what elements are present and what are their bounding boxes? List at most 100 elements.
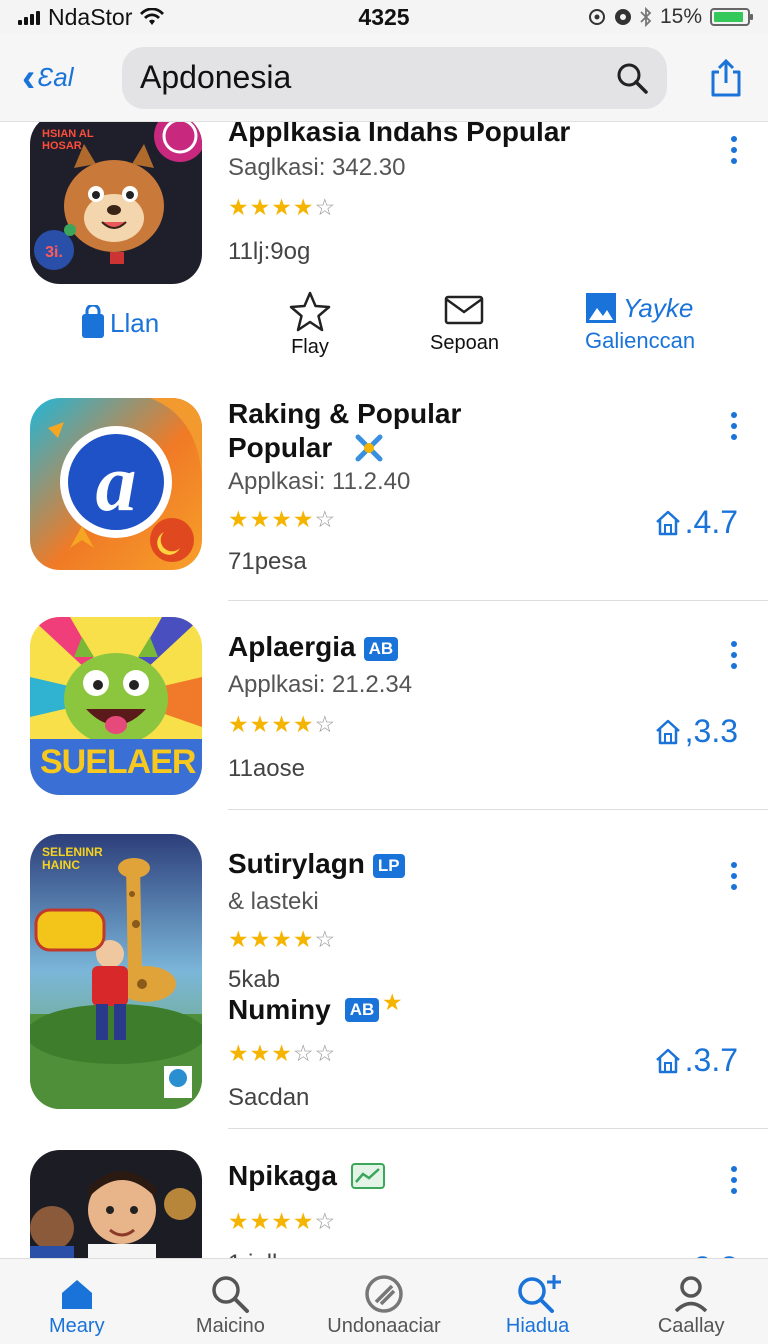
app-icon[interactable]: SELENINR HAINC xyxy=(30,834,202,1109)
envelope-icon xyxy=(445,295,484,325)
app-subtitle: Applkasi: 11.2.40 xyxy=(228,468,411,495)
more-options-icon[interactable] xyxy=(728,412,740,440)
app-size: 71pesa xyxy=(228,548,307,575)
star-rating: ★★★★☆ xyxy=(228,506,336,533)
app-name-text: Numiny xyxy=(228,994,331,1025)
icon-art-text: SELENINR HAINC xyxy=(42,845,103,872)
star-filled-icon: ★ xyxy=(292,926,315,952)
list-item[interactable]: SUELAER Aplaergia AB Applkasi: 21.2.34 ★★… xyxy=(0,617,768,822)
share-icon xyxy=(711,58,741,96)
action-label: Galienccan xyxy=(585,328,696,353)
action-flay-button[interactable]: Flay xyxy=(288,290,332,359)
star-empty-icon: ☆ xyxy=(314,1208,337,1234)
battery-level xyxy=(714,12,743,22)
star-rating: ★★★★☆ xyxy=(228,711,336,738)
app-name: Applkasia Indahs Popular xyxy=(228,122,571,147)
tab-caallay[interactable]: Caallay xyxy=(614,1259,768,1344)
house-icon xyxy=(655,1048,680,1073)
back-button[interactable]: ‹ Ɛal xyxy=(22,58,102,98)
more-options-icon[interactable] xyxy=(728,136,740,164)
rating-value: .3.7 xyxy=(654,1042,738,1079)
app-name: Numiny AB ★ xyxy=(228,992,401,1026)
more-options-icon[interactable] xyxy=(728,1166,740,1194)
rating-text: 3.8 xyxy=(694,1250,738,1258)
star-badge-icon: ★ xyxy=(383,991,402,1014)
battery-icon xyxy=(710,8,753,26)
app-badge: LP xyxy=(372,853,405,878)
action-llan-button[interactable]: Llan xyxy=(80,304,159,339)
person-icon xyxy=(674,1276,708,1313)
star-filled-icon: ★ xyxy=(249,926,272,952)
app-icon[interactable]: 3i. HSIAN AL HOSAR xyxy=(30,122,202,284)
rating-text: ,3.3 xyxy=(684,713,738,749)
sparkle-icon xyxy=(355,434,383,462)
app-subtitle: & lasteki xyxy=(228,888,319,915)
star-filled-icon: ★ xyxy=(292,506,315,532)
star-rating: ★★★☆☆ xyxy=(228,1040,336,1067)
more-options-icon[interactable] xyxy=(728,641,740,669)
app-size: Sacdan xyxy=(228,1084,310,1111)
search-bar[interactable]: Apdonesia xyxy=(122,46,667,109)
app-badge: AB xyxy=(344,998,380,1022)
app-name-text: Sutirylagn xyxy=(228,848,365,879)
more-options-icon[interactable] xyxy=(728,862,740,890)
list-item[interactable]: 3i. HSIAN AL HOSAR Applkasia Indahs Popu… xyxy=(0,122,768,392)
bag-icon xyxy=(82,304,104,338)
house-icon xyxy=(655,510,680,535)
rating-text: .3.7 xyxy=(684,1042,738,1078)
icon-art-text: HSIAN AL HOSAR xyxy=(42,128,94,152)
star-filled-icon: ★ xyxy=(292,711,315,737)
share-button[interactable] xyxy=(706,58,746,98)
star-filled-icon: ★ xyxy=(292,1208,315,1234)
tab-meary[interactable]: Meary xyxy=(0,1259,154,1344)
disabled-icon xyxy=(365,1275,403,1313)
star-filled-icon: ★ xyxy=(228,711,250,737)
action-label: Flay xyxy=(291,336,329,358)
app-name-line2: Popular xyxy=(228,432,386,464)
app-icon[interactable]: SUELAER xyxy=(30,617,202,795)
star-filled-icon: ★ xyxy=(271,506,293,532)
gallery-icon xyxy=(586,293,616,323)
star-filled-icon: ★ xyxy=(271,926,293,952)
app-size: 11aose xyxy=(228,755,305,782)
tab-maicino[interactable]: Maicino xyxy=(154,1259,308,1344)
star-filled-icon: ★ xyxy=(249,711,272,737)
carrier-name: NdaStor xyxy=(48,3,133,30)
tab-label: Caallay xyxy=(657,1315,725,1337)
tab-undonaaciar[interactable]: Undonaaciar xyxy=(307,1259,461,1344)
search-icon[interactable] xyxy=(615,61,649,95)
star-filled-icon: ★ xyxy=(249,194,272,220)
action-galienccan-button[interactable]: Yayke Galienccan xyxy=(585,292,695,354)
back-label: Ɛal xyxy=(37,62,74,92)
search-query[interactable]: Apdonesia xyxy=(140,59,615,96)
star-filled-icon: ★ xyxy=(249,506,272,532)
star-outline-icon xyxy=(289,291,331,332)
chart-badge-icon xyxy=(350,1163,385,1189)
action-sepoan-button[interactable]: Sepoan xyxy=(430,294,499,355)
star-filled-icon: ★ xyxy=(292,194,315,220)
tab-bar: Meary Maicino Undonaaciar Hiadua Caallay xyxy=(0,1258,768,1344)
star-rating: ★★★★☆ xyxy=(228,194,336,221)
app-icon[interactable]: a xyxy=(30,398,202,570)
tab-hiadua[interactable]: Hiadua xyxy=(461,1259,615,1344)
home-icon xyxy=(61,1280,92,1309)
rating-value: ,3.3 xyxy=(654,713,738,750)
star-empty-icon: ☆ xyxy=(314,711,337,737)
app-list: 3i. HSIAN AL HOSAR Applkasia Indahs Popu… xyxy=(0,122,768,1258)
list-item[interactable]: a Raking & Popular Popular Applkasi: 11.… xyxy=(0,398,768,603)
app-name-text: Popular xyxy=(228,432,333,463)
navigation-bar: ‹ Ɛal Apdonesia xyxy=(0,34,768,122)
list-item[interactable]: SELENINR HAINC Sutirylagn LP & lasteki ★★… xyxy=(0,834,768,1134)
star-filled-icon: ★ xyxy=(228,194,250,220)
star-filled-icon: ★ xyxy=(249,1040,272,1066)
divider xyxy=(228,600,768,601)
app-name: Sutirylagn LP xyxy=(228,848,405,880)
star-filled-icon: ★ xyxy=(228,926,250,952)
star-empty-icon: ☆ xyxy=(314,1040,337,1066)
divider xyxy=(228,1128,768,1129)
app-subtitle: Applkasi: 21.2.34 xyxy=(228,671,413,698)
list-item[interactable]: Npikaga ★★★★☆ 1 iallon ☆ 3.8 xyxy=(0,1150,768,1258)
app-name: Npikaga xyxy=(228,1160,385,1192)
app-icon[interactable] xyxy=(30,1150,202,1258)
star-empty-icon: ☆ xyxy=(314,926,337,952)
